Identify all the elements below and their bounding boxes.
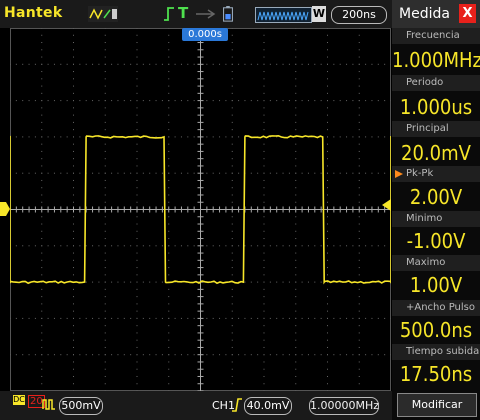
measure-label-mean: Principal (392, 121, 480, 137)
measure-value-pkpk[interactable]: 2.00V (392, 182, 480, 212)
bottom-status-bar: DC 20 500mV CH1 40.0mV 1.00000MHz (0, 391, 392, 420)
memory-waveform-icon (257, 11, 309, 21)
trigger-position-badge[interactable]: 0.000s (182, 28, 228, 41)
trigger-level-display[interactable]: 40.0mV (244, 397, 292, 415)
measure-value-min[interactable]: -1.00V (392, 226, 480, 256)
selected-arrow-icon (395, 170, 403, 178)
ch1-volts-div[interactable]: 500mV (59, 397, 103, 415)
measure-value-period[interactable]: 1.000us (392, 92, 480, 122)
battery-icon (223, 6, 233, 22)
brand-logo: Hantek (4, 5, 63, 21)
memory-depth-bar[interactable] (255, 7, 312, 23)
measure-label-pos-width: +Ancho Pulso (392, 300, 480, 316)
trigger-mode-label: T (178, 4, 189, 22)
measure-label-max: Maximo (392, 255, 480, 271)
waveform-display[interactable]: 0.000s (10, 28, 391, 391)
measure-panel-header: Medida X (392, 0, 480, 28)
waveform-mode-icon[interactable] (88, 6, 118, 22)
measure-panel-title: Medida (399, 6, 450, 22)
measure-label-period: Periodo (392, 75, 480, 91)
ch1-waveform-path (10, 134, 391, 285)
ch1-trace (10, 134, 391, 285)
memory-window-indicator: W (312, 6, 326, 22)
trigger-level-marker[interactable] (382, 199, 391, 211)
measure-value-pos-width[interactable]: 500.0ns (392, 315, 480, 345)
measure-value-rise-time[interactable]: 17.50ns (392, 359, 480, 389)
frequency-counter: 1.00000MHz (309, 397, 379, 415)
measure-label-pkpk-text: Pk-Pk (406, 168, 434, 179)
measure-value-max[interactable]: 1.00V (392, 270, 480, 300)
ch1-probe-icon (42, 399, 55, 410)
measure-panel: Medida X Frecuencia 1.000MHz Periodo 1.0… (392, 0, 480, 420)
top-status-bar: Hantek T W 200ns (0, 0, 392, 28)
measure-value-mean[interactable]: 20.0mV (392, 138, 480, 168)
usb-icon (196, 9, 216, 19)
measure-label-pkpk: Pk-Pk (392, 166, 480, 182)
coupling-dc-indicator: DC (13, 395, 25, 405)
measure-label-frequency: Frecuencia (392, 28, 480, 44)
ch1-ground-marker[interactable] (0, 202, 10, 216)
measure-label-min: Minimo (392, 211, 480, 227)
rising-edge-icon (232, 398, 242, 412)
modify-button[interactable]: Modificar (397, 393, 477, 417)
measure-value-frequency[interactable]: 1.000MHz (392, 45, 480, 75)
close-button[interactable]: X (459, 4, 476, 23)
measure-label-rise-time: Tiempo subida (392, 344, 480, 360)
trigger-edge-icon (164, 7, 174, 21)
timebase-display[interactable]: 200ns (331, 6, 387, 24)
